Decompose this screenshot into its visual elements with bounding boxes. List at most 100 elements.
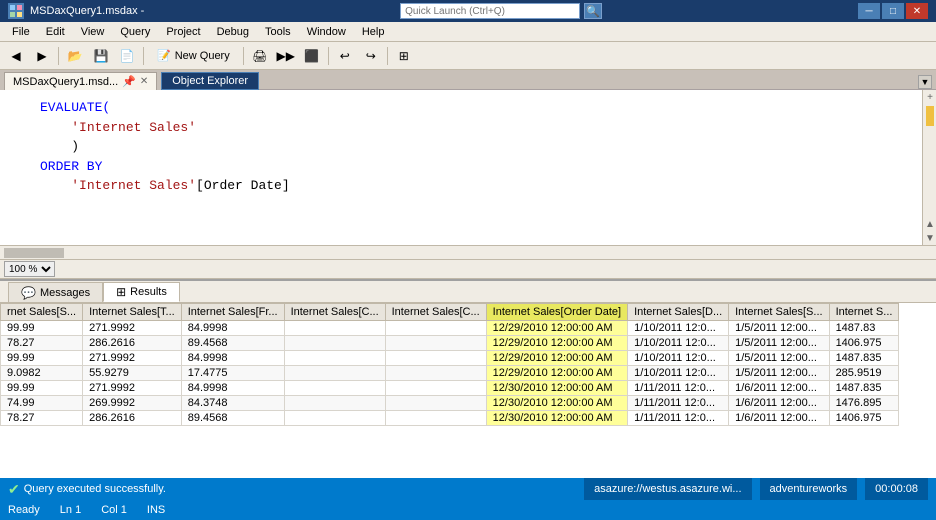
results-tab[interactable]: ⊞ Results xyxy=(103,282,180,302)
cell-5-0: 74.99 xyxy=(1,396,83,411)
close-button[interactable]: ✕ xyxy=(906,3,928,19)
open-button[interactable]: 📂 xyxy=(63,45,87,67)
cell-5-4 xyxy=(385,396,486,411)
cell-6-4 xyxy=(385,411,486,426)
status-database: adventureworks xyxy=(760,478,858,500)
status-server: asazure://westus.asazure.wi... xyxy=(584,478,751,500)
object-explorer-tab[interactable]: Object Explorer xyxy=(161,72,259,90)
main-query-tab[interactable]: MSDaxQuery1.msd... 📌 ✕ xyxy=(4,72,157,90)
status-time: 00:00:08 xyxy=(865,478,928,500)
editor-hscrollbar-thumb[interactable] xyxy=(4,248,64,258)
menu-project[interactable]: Project xyxy=(158,22,208,42)
btn5[interactable]: ⬛ xyxy=(300,45,324,67)
field-order-date: [Order Date] xyxy=(196,178,290,193)
cell-2-3 xyxy=(284,351,385,366)
sidebar-scroll-down[interactable]: ▼ xyxy=(923,231,936,245)
zoom-select[interactable]: 100 % 75 % 125 % xyxy=(4,261,55,277)
menu-window[interactable]: Window xyxy=(299,22,354,42)
results-area: 💬 Messages ⊞ Results rnet Sales[S... Int… xyxy=(0,279,936,478)
quick-launch-button[interactable]: 🔍 xyxy=(584,3,602,19)
messages-tab-label: Messages xyxy=(40,287,90,299)
table-row: 78.27286.261689.456812/30/2010 12:00:00 … xyxy=(1,411,899,426)
menu-debug[interactable]: Debug xyxy=(209,22,257,42)
code-line-1: EVALUATE( xyxy=(40,98,914,118)
col-header-1: Internet Sales[T... xyxy=(83,304,182,321)
col-header-0: rnet Sales[S... xyxy=(1,304,83,321)
menu-view[interactable]: View xyxy=(73,22,113,42)
menu-tools[interactable]: Tools xyxy=(257,22,299,42)
col-header-2: Internet Sales[Fr... xyxy=(181,304,284,321)
editor-content[interactable]: EVALUATE( 'Internet Sales' ) ORDER BY 'I… xyxy=(0,90,922,245)
cell-2-0: 99.99 xyxy=(1,351,83,366)
cell-3-6: 1/10/2011 12:0... xyxy=(628,366,729,381)
bottom-col: Col 1 xyxy=(101,504,127,516)
messages-tab[interactable]: 💬 Messages xyxy=(8,282,103,302)
quick-launch-input[interactable] xyxy=(400,3,580,19)
tab-scroll-button[interactable]: ▼ xyxy=(918,75,932,89)
sidebar-expand-button[interactable]: + xyxy=(923,90,936,104)
table-row: 78.27286.261689.456812/29/2010 12:00:00 … xyxy=(1,336,899,351)
cell-3-0: 9.0982 xyxy=(1,366,83,381)
menu-query[interactable]: Query xyxy=(112,22,158,42)
cell-6-7: 1/6/2011 12:00... xyxy=(729,411,829,426)
cell-0-6: 1/10/2011 12:0... xyxy=(628,321,729,336)
undo-button[interactable]: ↩ xyxy=(333,45,357,67)
forward-button[interactable]: ▶ xyxy=(30,45,54,67)
cell-1-7: 1/5/2011 12:00... xyxy=(729,336,829,351)
back-button[interactable]: ◀ xyxy=(4,45,28,67)
table-row: 74.99269.999284.374812/30/2010 12:00:00 … xyxy=(1,396,899,411)
editor-hscrollbar[interactable] xyxy=(0,245,936,259)
cell-2-2: 84.9998 xyxy=(181,351,284,366)
cell-2-5: 12/29/2010 12:00:00 AM xyxy=(486,351,627,366)
code-line-3: ) xyxy=(40,137,914,157)
cell-1-1: 286.2616 xyxy=(83,336,182,351)
redo-button[interactable]: ↪ xyxy=(359,45,383,67)
sidebar-scroll-up[interactable]: ▲ xyxy=(923,217,936,231)
cell-1-8: 1406.975 xyxy=(829,336,899,351)
menu-file[interactable]: File xyxy=(4,22,38,42)
tab-close-button[interactable]: ✕ xyxy=(140,76,148,87)
cell-4-8: 1487.835 xyxy=(829,381,899,396)
string-internet-sales: 'Internet Sales' xyxy=(71,120,196,135)
sidebar-map-area xyxy=(923,104,936,217)
cell-5-2: 84.3748 xyxy=(181,396,284,411)
toolbar-separator-5 xyxy=(387,47,388,65)
sidebar-highlight-marker xyxy=(926,106,934,126)
cell-3-4 xyxy=(385,366,486,381)
new-query-button[interactable]: 📝 New Query xyxy=(148,45,239,67)
cell-4-1: 271.9992 xyxy=(83,381,182,396)
cell-0-2: 84.9998 xyxy=(181,321,284,336)
toolbar-separator-3 xyxy=(243,47,244,65)
menu-edit[interactable]: Edit xyxy=(38,22,73,42)
tab-overflow-area: ▼ xyxy=(259,75,936,90)
window-title: MSDaxQuery1.msdax - xyxy=(30,5,144,17)
restore-button[interactable]: □ xyxy=(882,3,904,19)
cell-2-6: 1/10/2011 12:0... xyxy=(628,351,729,366)
save-all-button[interactable]: 📄 xyxy=(115,45,139,67)
cell-0-8: 1487.83 xyxy=(829,321,899,336)
string-internet-sales-2: 'Internet Sales' xyxy=(71,178,196,193)
bottom-ins: INS xyxy=(147,504,165,516)
editor-wrapper: EVALUATE( 'Internet Sales' ) ORDER BY 'I… xyxy=(0,90,936,245)
save-button[interactable]: 💾 xyxy=(89,45,113,67)
results-button[interactable]: ⊞ xyxy=(392,45,416,67)
cell-6-8: 1406.975 xyxy=(829,411,899,426)
cell-3-8: 285.9519 xyxy=(829,366,899,381)
zoom-bar: 100 % 75 % 125 % xyxy=(0,259,936,279)
object-explorer-label: Object Explorer xyxy=(172,75,248,87)
toolbar-separator-2 xyxy=(143,47,144,65)
print-button[interactable]: 🖨 xyxy=(248,45,272,67)
cell-5-5: 12/30/2010 12:00:00 AM xyxy=(486,396,627,411)
menu-help[interactable]: Help xyxy=(354,22,393,42)
cell-3-1: 55.9279 xyxy=(83,366,182,381)
cell-4-3 xyxy=(284,381,385,396)
btn4[interactable]: ▶▶ xyxy=(274,45,298,67)
minimize-button[interactable]: ─ xyxy=(858,3,880,19)
cell-5-8: 1476.895 xyxy=(829,396,899,411)
editor-right-sidebar: + ▲ ▼ xyxy=(922,90,936,245)
results-table-wrap[interactable]: rnet Sales[S... Internet Sales[T... Inte… xyxy=(0,303,936,478)
toolbar-main: ◀ ▶ 📂 💾 📄 📝 New Query 🖨 ▶▶ ⬛ ↩ ↪ ⊞ xyxy=(0,42,936,70)
col-header-3: Internet Sales[C... xyxy=(284,304,385,321)
code-line-4: ORDER BY xyxy=(40,157,914,177)
status-success-icon: ✔ xyxy=(8,481,20,498)
